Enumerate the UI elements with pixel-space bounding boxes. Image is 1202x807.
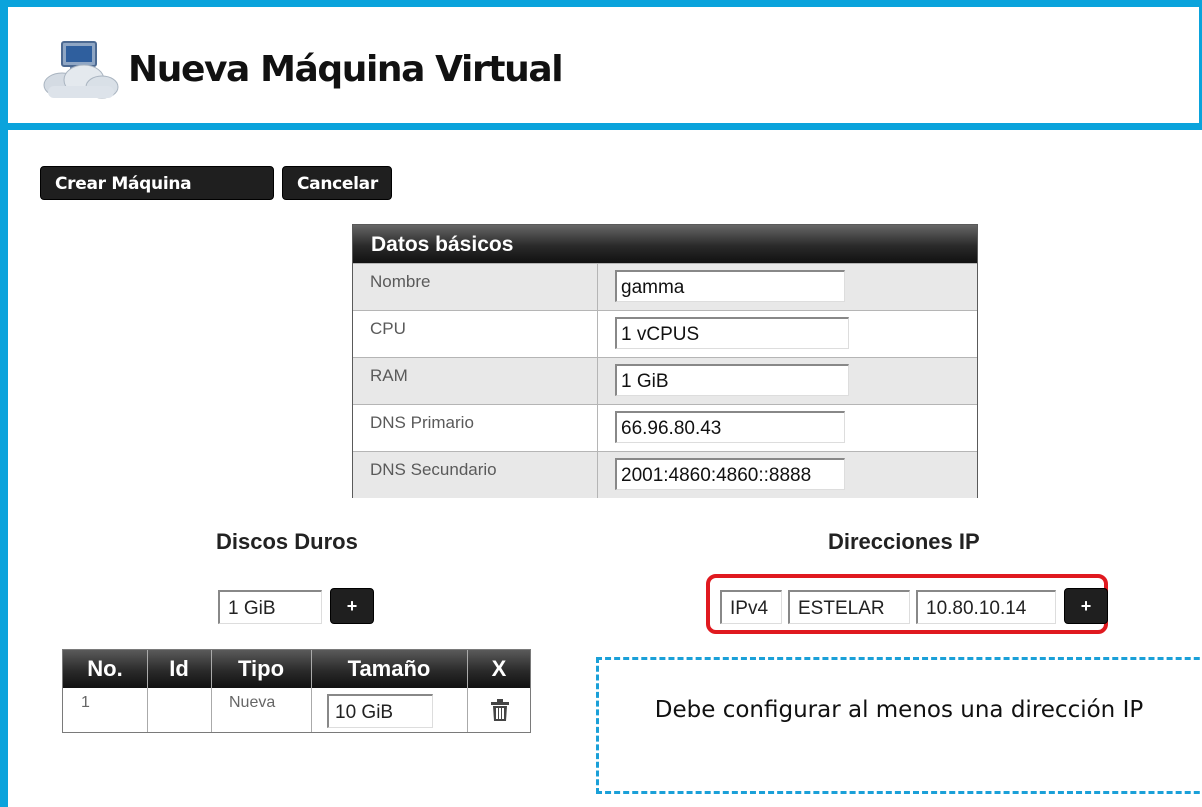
column-header-type: Tipo: [237, 656, 285, 681]
disks-table: No. Id Tipo Tamaño X 1 Nueva 10 GiB: [62, 649, 531, 733]
row-divider: [597, 452, 598, 498]
disk-row-type: Nueva: [229, 694, 276, 711]
name-row: Nombre gamma: [353, 263, 977, 310]
page-title: Nueva Máquina Virtual: [128, 49, 564, 90]
frame-left-border: [0, 0, 8, 807]
frame-top-border: [0, 0, 1202, 7]
trash-icon[interactable]: [489, 698, 511, 722]
cancel-button[interactable]: Cancelar: [282, 166, 392, 200]
dns-secondary-row: DNS Secundario 2001:4860:4860::8888: [353, 451, 977, 498]
add-ip-button[interactable]: +: [1064, 588, 1108, 624]
dns-primary-field[interactable]: 66.96.80.43: [615, 411, 845, 443]
basic-data-title: Datos básicos: [353, 225, 977, 263]
ip-warning-text: Debe configurar al menos una dirección I…: [654, 697, 1144, 723]
ram-label: RAM: [370, 366, 408, 385]
dns-primary-row: DNS Primario 66.96.80.43: [353, 404, 977, 451]
page-header: Nueva Máquina Virtual: [8, 7, 1202, 123]
row-divider: [597, 264, 598, 310]
ip-network-select[interactable]: ESTELAR: [788, 590, 910, 624]
dns-secondary-label: DNS Secundario: [370, 460, 497, 479]
disks-title: Discos Duros: [216, 529, 358, 554]
ip-warning-notice: Debe configurar al menos una dirección I…: [596, 657, 1202, 794]
cpu-label: CPU: [370, 319, 406, 338]
add-disk-button[interactable]: +: [330, 588, 374, 624]
ram-row: RAM 1 GiB: [353, 357, 977, 404]
ip-version-select[interactable]: IPv4: [720, 590, 782, 624]
row-divider: [597, 311, 598, 357]
row-divider: [597, 405, 598, 451]
basic-data-panel: Datos básicos Nombre gamma CPU 1 vCPUS R…: [352, 224, 978, 498]
column-header-id: Id: [169, 656, 189, 681]
cpu-field[interactable]: 1 vCPUS: [615, 317, 849, 349]
header-separator: [0, 123, 1202, 130]
row-divider: [597, 358, 598, 404]
name-label: Nombre: [370, 272, 431, 291]
dns-primary-label: DNS Primario: [370, 413, 474, 432]
create-vm-button[interactable]: Crear Máquina Virtual: [40, 166, 274, 228]
column-header-size: Tamaño: [347, 656, 431, 681]
dns-secondary-field[interactable]: 2001:4860:4860::8888: [615, 458, 845, 490]
ram-field[interactable]: 1 GiB: [615, 364, 849, 396]
name-field[interactable]: gamma: [615, 270, 845, 302]
cpu-row: CPU 1 vCPUS: [353, 310, 977, 357]
disk-row-size-input[interactable]: 10 GiB: [327, 694, 433, 728]
ip-address-input[interactable]: 10.80.10.14: [916, 590, 1056, 624]
column-header-no: No.: [87, 656, 123, 681]
ip-addresses-title: Direcciones IP: [828, 529, 980, 554]
disk-size-input[interactable]: 1 GiB: [218, 590, 322, 624]
disk-row-no: 1: [81, 694, 90, 711]
column-header-delete: X: [491, 656, 507, 681]
cloud-computer-icon: [43, 41, 119, 99]
